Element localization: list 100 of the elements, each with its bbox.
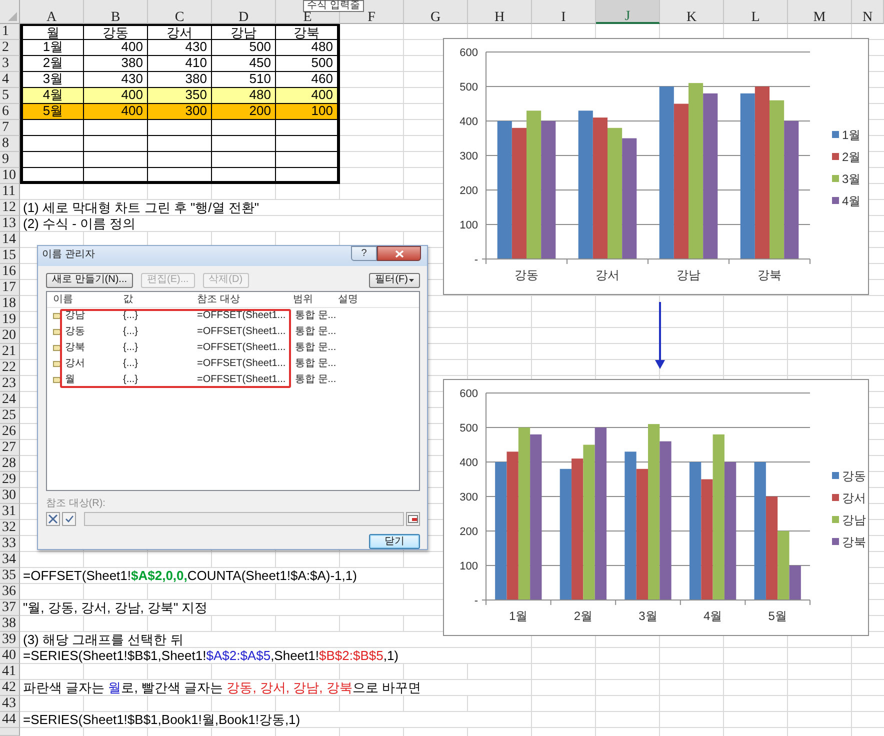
row-header[interactable]: 25	[0, 408, 20, 424]
axis-label: 600	[460, 47, 478, 59]
row-header[interactable]: 17	[0, 280, 20, 296]
row-header[interactable]: 13	[0, 216, 20, 232]
table-cell	[20, 120, 84, 136]
row-header[interactable]: 19	[0, 312, 20, 328]
row-header[interactable]: 21	[0, 344, 20, 360]
row-header[interactable]: 24	[0, 392, 20, 408]
table-cell: 400	[84, 40, 148, 56]
row-header[interactable]: 18	[0, 296, 20, 312]
column-header[interactable]: M	[788, 0, 852, 24]
name-item[interactable]: 강북	[65, 341, 85, 354]
row-header[interactable]: 32	[0, 520, 20, 536]
filter-button[interactable]: 필터(F)	[369, 272, 420, 288]
row-header[interactable]: 10	[0, 168, 20, 184]
name-item[interactable]: 강서	[65, 357, 85, 370]
column-header[interactable]: G	[404, 0, 468, 24]
row-header[interactable]: 20	[0, 328, 20, 344]
reference-text: =OFFSET(Sheet1...	[197, 357, 287, 370]
row-header[interactable]: 41	[0, 664, 20, 680]
row-header[interactable]: 7	[0, 120, 20, 136]
help-button[interactable]: ?	[351, 246, 377, 261]
row-header[interactable]: 16	[0, 264, 20, 280]
close-dialog-button[interactable]: 닫기	[369, 534, 420, 549]
row-header[interactable]: 1	[0, 24, 20, 40]
column-header[interactable]: A	[20, 0, 84, 24]
axis-label: 강동	[514, 268, 538, 282]
value-text: {...}	[123, 373, 140, 386]
confirm-button[interactable]	[62, 512, 76, 526]
legend-label: 강동	[842, 469, 866, 483]
row-header[interactable]: 37	[0, 600, 20, 616]
table-cell	[84, 120, 148, 136]
row-header[interactable]: 3	[0, 56, 20, 72]
row-header[interactable]: 42	[0, 680, 20, 696]
table-cell: 500	[212, 40, 276, 56]
row-header[interactable]: 38	[0, 616, 20, 632]
axis-label: 3월	[638, 609, 658, 623]
table-cell: 350	[148, 88, 212, 104]
down-arrow	[655, 302, 665, 369]
row-header[interactable]: 28	[0, 456, 20, 472]
row-header[interactable]: 36	[0, 584, 20, 600]
axis-label: 강북	[758, 268, 782, 282]
column-header[interactable]: C	[148, 0, 212, 24]
row-header[interactable]: 43	[0, 696, 20, 712]
column-header[interactable]: D	[212, 0, 276, 24]
column-header[interactable]: 이름	[53, 292, 123, 306]
row-header[interactable]: 30	[0, 488, 20, 504]
name-item[interactable]: 강동	[65, 325, 85, 338]
column-header[interactable]: K	[660, 0, 724, 24]
column-header[interactable]: B	[84, 0, 148, 24]
column-header[interactable]: H	[468, 0, 532, 24]
column-header[interactable]: 설명	[338, 292, 419, 306]
toolbar-button[interactable]: 새로 만들기(N)...	[46, 272, 133, 288]
table-cell	[276, 120, 340, 136]
legend-label: 강서	[842, 491, 866, 505]
column-header[interactable]: J	[596, 0, 660, 24]
table-cell	[212, 136, 276, 152]
row-header[interactable]: 26	[0, 424, 20, 440]
row-header[interactable]: 40	[0, 648, 20, 664]
cancel-button[interactable]	[46, 512, 60, 526]
column-header[interactable]: N	[852, 0, 884, 24]
row-header[interactable]: 44	[0, 712, 20, 728]
name-item[interactable]: 강남	[65, 309, 85, 322]
row-header[interactable]: 22	[0, 360, 20, 376]
column-header[interactable]: L	[724, 0, 788, 24]
row-header[interactable]: 14	[0, 232, 20, 248]
row-header[interactable]: 2	[0, 40, 20, 56]
column-header[interactable]: I	[532, 0, 596, 24]
row-header[interactable]: 15	[0, 248, 20, 264]
table-cell: 강서	[148, 24, 212, 40]
row-header[interactable]: 6	[0, 104, 20, 120]
row-header[interactable]: 34	[0, 552, 20, 568]
row-header[interactable]: 12	[0, 200, 20, 216]
column-header[interactable]: 값	[123, 292, 197, 306]
column-header[interactable]: 참조 대상	[197, 292, 293, 306]
axis-label: 600	[460, 388, 478, 400]
row-header[interactable]: 35	[0, 568, 20, 584]
row-header[interactable]: 31	[0, 504, 20, 520]
table-cell: 강동	[84, 24, 148, 40]
row-header[interactable]: 4	[0, 72, 20, 88]
axis-label: 200	[460, 526, 478, 538]
cross-icon	[48, 514, 58, 524]
name-item[interactable]: 월	[65, 373, 75, 386]
value-text: {...}	[123, 341, 140, 354]
tag-icon	[53, 344, 62, 351]
close-button[interactable]	[377, 246, 421, 261]
row-header[interactable]: 33	[0, 536, 20, 552]
row-header[interactable]: 29	[0, 472, 20, 488]
row-header[interactable]: 11	[0, 184, 20, 200]
table-cell: 강남	[212, 24, 276, 40]
row-header[interactable]: 9	[0, 152, 20, 168]
column-header[interactable]: 범위	[293, 292, 338, 306]
row-header[interactable]: 23	[0, 376, 20, 392]
table-cell: 5월	[20, 104, 84, 120]
row-header[interactable]: 8	[0, 136, 20, 152]
row-header[interactable]: 27	[0, 440, 20, 456]
table-cell	[148, 136, 212, 152]
row-header[interactable]: 39	[0, 632, 20, 648]
collapse-button[interactable]	[406, 512, 420, 526]
row-header[interactable]: 5	[0, 88, 20, 104]
